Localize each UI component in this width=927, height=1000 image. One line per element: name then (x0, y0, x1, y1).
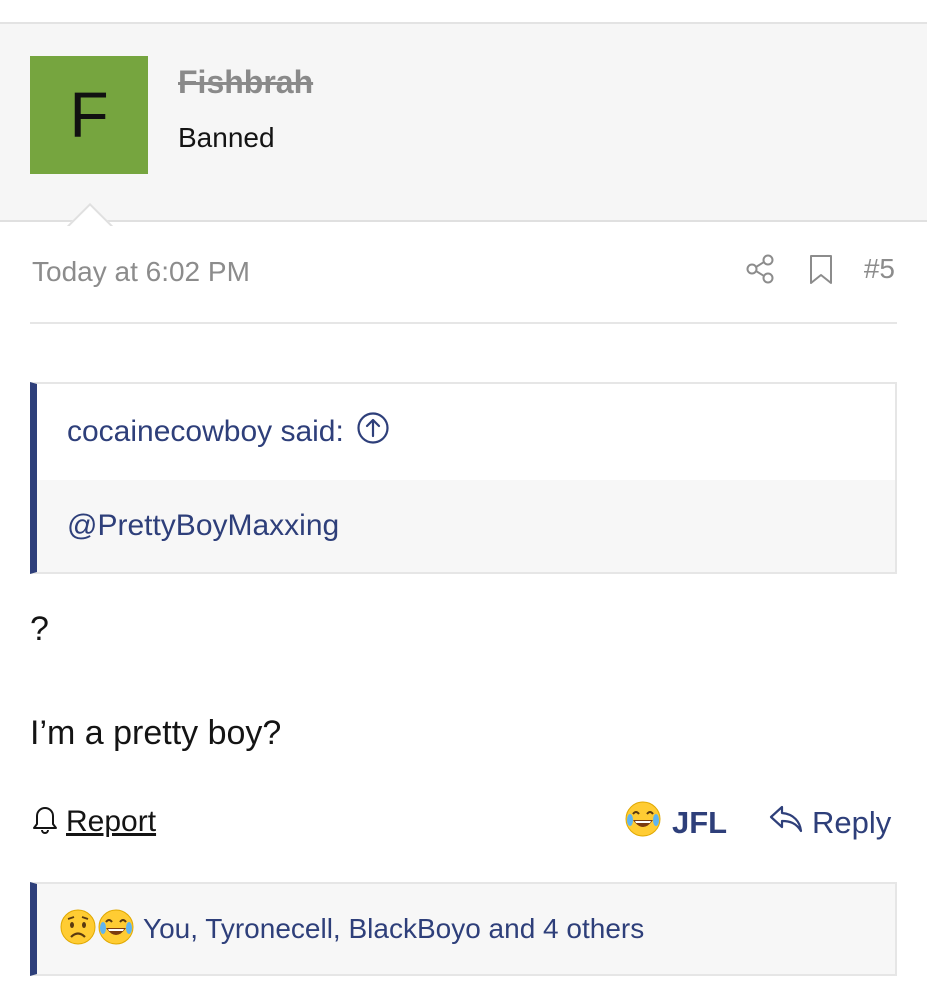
username[interactable]: Fishbrah (178, 64, 313, 101)
quote-block: cocainecowboy said: @PrettyBoyMaxxing (30, 382, 897, 574)
laughing-crying-emoji-icon (624, 800, 662, 846)
quote-mention[interactable]: @PrettyBoyMaxxing (67, 509, 339, 543)
bookmark-icon[interactable] (804, 252, 838, 286)
post-number[interactable]: #5 (864, 253, 895, 285)
quote-author[interactable]: cocainecowboy said: (67, 415, 344, 449)
message-line: I’m a pretty boy? (30, 714, 282, 752)
reactions-bar[interactable]: You, Tyronecell, BlackBoyo and 4 others (30, 882, 897, 976)
user-title: Banned (178, 122, 275, 153)
report-label: Report (66, 805, 157, 838)
header-pointer (60, 198, 116, 226)
report-button[interactable]: Report (30, 802, 156, 842)
reply-button[interactable]: Reply (768, 802, 891, 844)
reply-arrow-icon (768, 802, 804, 844)
avatar[interactable]: F (30, 56, 148, 174)
react-button[interactable]: JFL (624, 800, 727, 846)
post-date[interactable]: Today at 6:02 PM (32, 256, 250, 288)
sad-emoji-icon (59, 908, 97, 951)
share-icon[interactable] (744, 252, 778, 286)
laughing-crying-emoji-icon (97, 908, 135, 951)
react-label: JFL (672, 805, 728, 840)
message-line: ? (30, 610, 49, 648)
member-header: F Fishbrah Banned (0, 22, 927, 222)
avatar-letter: F (69, 79, 109, 151)
arrow-up-circle-icon[interactable] (356, 411, 390, 453)
post-actions: #5 (744, 252, 895, 286)
bell-icon (30, 802, 60, 842)
quote-header: cocainecowboy said: (37, 384, 895, 480)
reply-label: Reply (812, 805, 892, 840)
divider (30, 322, 897, 324)
reactions-summary[interactable]: You, Tyronecell, BlackBoyo and 4 others (143, 913, 644, 945)
quote-body: @PrettyBoyMaxxing (37, 480, 895, 572)
